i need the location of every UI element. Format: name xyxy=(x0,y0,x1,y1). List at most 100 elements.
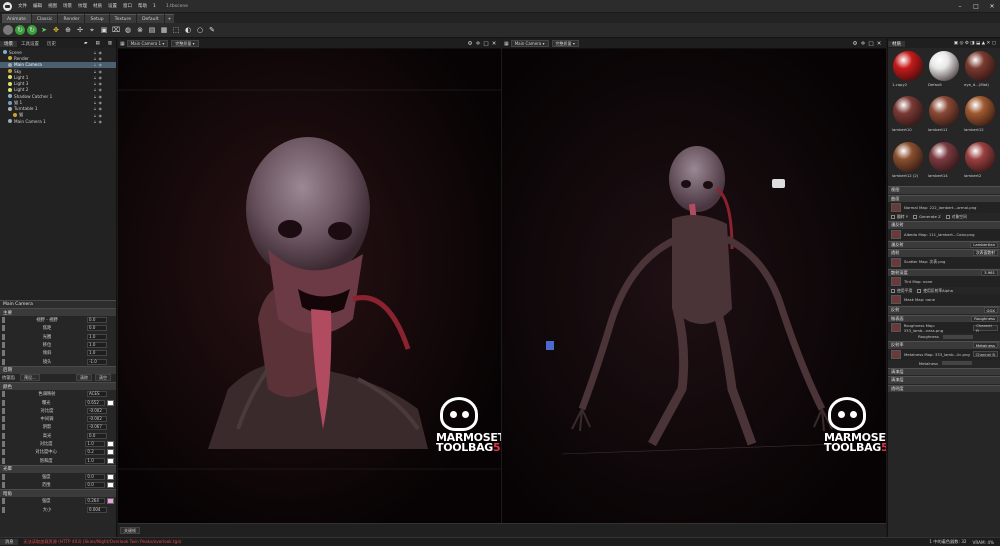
color-swatch[interactable] xyxy=(107,441,114,447)
texture-map-slot[interactable]: Roughness Map: 333_lamb...ness.png Channe… xyxy=(888,322,1000,333)
lock-icon[interactable]: 🔒︎ xyxy=(94,106,96,111)
property-value-input[interactable]: -0.067 xyxy=(87,424,107,431)
lock-icon[interactable]: 🔒︎ xyxy=(94,113,96,118)
tab-add-icon[interactable]: + xyxy=(164,14,175,23)
tab-render[interactable]: Render xyxy=(58,14,85,23)
undo-icon[interactable] xyxy=(3,25,13,35)
visibility-eye-icon[interactable]: ◉ xyxy=(99,106,103,111)
keyframe-button[interactable]: 关键帧 xyxy=(120,527,140,534)
tab-classic[interactable]: Classic xyxy=(31,14,58,23)
crosshair-icon[interactable]: ✛ xyxy=(474,41,482,47)
lock-icon[interactable]: 🔒︎ xyxy=(94,75,96,80)
visibility-eye-icon[interactable]: ◉ xyxy=(99,87,103,92)
texture-map-slot[interactable]: Tint Map: none xyxy=(888,276,1000,287)
section-dropdown[interactable]: Channel R xyxy=(973,323,998,333)
property-value-input[interactable]: 0.0 xyxy=(87,432,107,439)
bloom-section-header[interactable]: 光晕 xyxy=(0,464,116,473)
property-slider-handle[interactable] xyxy=(2,424,5,431)
property-slider-handle[interactable] xyxy=(2,506,5,513)
close-icon[interactable]: ✕ xyxy=(984,3,1000,10)
material-section-header[interactable]: 漫反射 xyxy=(888,221,1000,229)
property-slider-handle[interactable] xyxy=(2,399,5,406)
lock-icon[interactable]: 🔒︎ xyxy=(94,69,96,74)
visibility-eye-icon[interactable]: ◉ xyxy=(99,69,103,74)
property-value-input[interactable]: -0.002 xyxy=(87,407,107,414)
tab-history[interactable]: 历史 xyxy=(43,41,60,47)
material-section-header[interactable]: 反射率 Metalness xyxy=(888,341,1000,349)
box-select-icon[interactable]: ⬚ xyxy=(171,25,181,35)
scene-camera-icon[interactable] xyxy=(772,179,785,188)
lock-icon[interactable]: 🔒︎ xyxy=(94,100,96,105)
property-slider-handle[interactable] xyxy=(2,358,5,365)
visibility-eye-icon[interactable]: ◉ xyxy=(99,100,103,105)
section-dropdown[interactable]: Channel B xyxy=(972,351,998,357)
camera-section-header[interactable]: 主要 xyxy=(0,308,116,316)
color-swatch[interactable] xyxy=(107,498,114,505)
option-checkbox[interactable] xyxy=(945,214,950,219)
sky-tool-icon[interactable]: ⊗ xyxy=(135,25,145,35)
preset-dropdown[interactable]: 预设... xyxy=(20,374,40,382)
material-thumbnail[interactable]: lambert12 (2) xyxy=(891,141,925,184)
effects-section-header[interactable]: 后期 xyxy=(0,365,116,374)
property-value-input[interactable]: 0.652 xyxy=(85,399,106,406)
menu-scene[interactable]: 场景 xyxy=(60,3,75,9)
property-slider-handle[interactable] xyxy=(2,482,5,489)
lock-icon[interactable]: 🔒︎ xyxy=(94,94,96,99)
redo-icon[interactable]: ↻ xyxy=(15,25,25,35)
texture-thumbnail[interactable] xyxy=(891,323,901,332)
texture-map-slot[interactable]: Mask Map: none xyxy=(888,294,1000,305)
move-icon[interactable]: ✥ xyxy=(51,25,61,35)
visibility-eye-icon[interactable]: ◉ xyxy=(99,113,103,118)
lock-icon[interactable]: 🔒︎ xyxy=(94,81,96,86)
empty-button[interactable]: 清空 xyxy=(95,374,111,382)
maximize-viewport-icon[interactable]: □ xyxy=(867,41,875,47)
camera-dropdown-left[interactable]: Main Camera 1 ▾ xyxy=(126,40,169,47)
texture-thumbnail[interactable] xyxy=(891,229,901,239)
material-section-header[interactable]: 视图 xyxy=(888,186,1000,194)
texture-map-slot[interactable]: Albedo Map: 111_lambert...Color.png xyxy=(888,228,1000,240)
visibility-eye-icon[interactable]: ◉ xyxy=(99,62,103,67)
lock-icon[interactable]: 🔒︎ xyxy=(94,62,96,67)
channel-slider[interactable] xyxy=(942,334,973,339)
color-swatch[interactable] xyxy=(107,399,114,406)
lock-icon[interactable]: 🔒︎ xyxy=(94,87,96,92)
material-section-header[interactable]: 曲面 xyxy=(888,194,1000,202)
viewport-left[interactable]: ▦ Main Camera 1 ▾ 完整质量 ▾ ⚙ ✛ □ ✕ MARMOSE… xyxy=(118,39,501,523)
section-dropdown[interactable]: 3.961 xyxy=(981,269,998,276)
select-arrow-icon[interactable]: ➤ xyxy=(39,25,49,35)
material-thumbnail[interactable]: lambert2 xyxy=(963,141,997,184)
material-section-header[interactable]: 清漆层 xyxy=(888,367,1000,375)
material-section-header[interactable]: 清漆层 xyxy=(888,376,1000,384)
material-section-header[interactable]: 散射深度 3.961 xyxy=(888,268,1000,276)
lock-icon[interactable]: 🔒︎ xyxy=(94,119,96,124)
property-slider-handle[interactable] xyxy=(2,498,5,505)
minimize-icon[interactable]: – xyxy=(952,3,968,10)
material-section-header[interactable]: 透明度 xyxy=(888,384,1000,392)
settings-icon[interactable]: ⚙ xyxy=(466,41,474,47)
texture-map-slot[interactable]: Normal Map: 222_lambert...ormal.png xyxy=(888,202,1000,213)
color-section-header[interactable]: 颜色 xyxy=(0,382,116,391)
material-thumbnail[interactable]: lambert14 xyxy=(927,141,961,184)
shadow-tool-icon[interactable]: ▤ xyxy=(147,25,157,35)
section-dropdown[interactable]: GGX xyxy=(983,307,998,314)
quality-dropdown-left[interactable]: 完整质量 ▾ xyxy=(171,40,199,47)
property-slider-handle[interactable] xyxy=(2,449,5,456)
tab-tool-settings[interactable]: 工具设置 xyxy=(17,41,43,47)
maximize-icon[interactable]: □ xyxy=(968,3,984,10)
add-item-icon[interactable]: ▤ xyxy=(91,41,103,46)
property-slider-handle[interactable] xyxy=(2,317,5,324)
property-value-input[interactable]: 0.0 xyxy=(87,317,107,324)
menu-texture[interactable]: 纹理 xyxy=(75,3,90,9)
property-slider-handle[interactable] xyxy=(2,432,5,439)
visibility-eye-icon[interactable]: ◉ xyxy=(99,75,103,80)
property-value-input[interactable]: 1.0 xyxy=(87,333,107,340)
grid-tool-icon[interactable]: ▦ xyxy=(159,25,169,35)
property-value-input[interactable]: 0.0 xyxy=(85,482,106,489)
material-thumbnail[interactable]: lambert11 xyxy=(927,96,961,138)
scale-icon[interactable]: ✢ xyxy=(75,25,85,35)
new-folder-icon[interactable]: ▰ xyxy=(80,41,91,46)
visibility-eye-icon[interactable]: ◉ xyxy=(99,56,103,61)
option-checkbox[interactable] xyxy=(913,214,918,219)
pivot-icon[interactable]: ⌖ xyxy=(87,25,97,35)
close-viewport-icon[interactable]: ✕ xyxy=(490,41,498,47)
